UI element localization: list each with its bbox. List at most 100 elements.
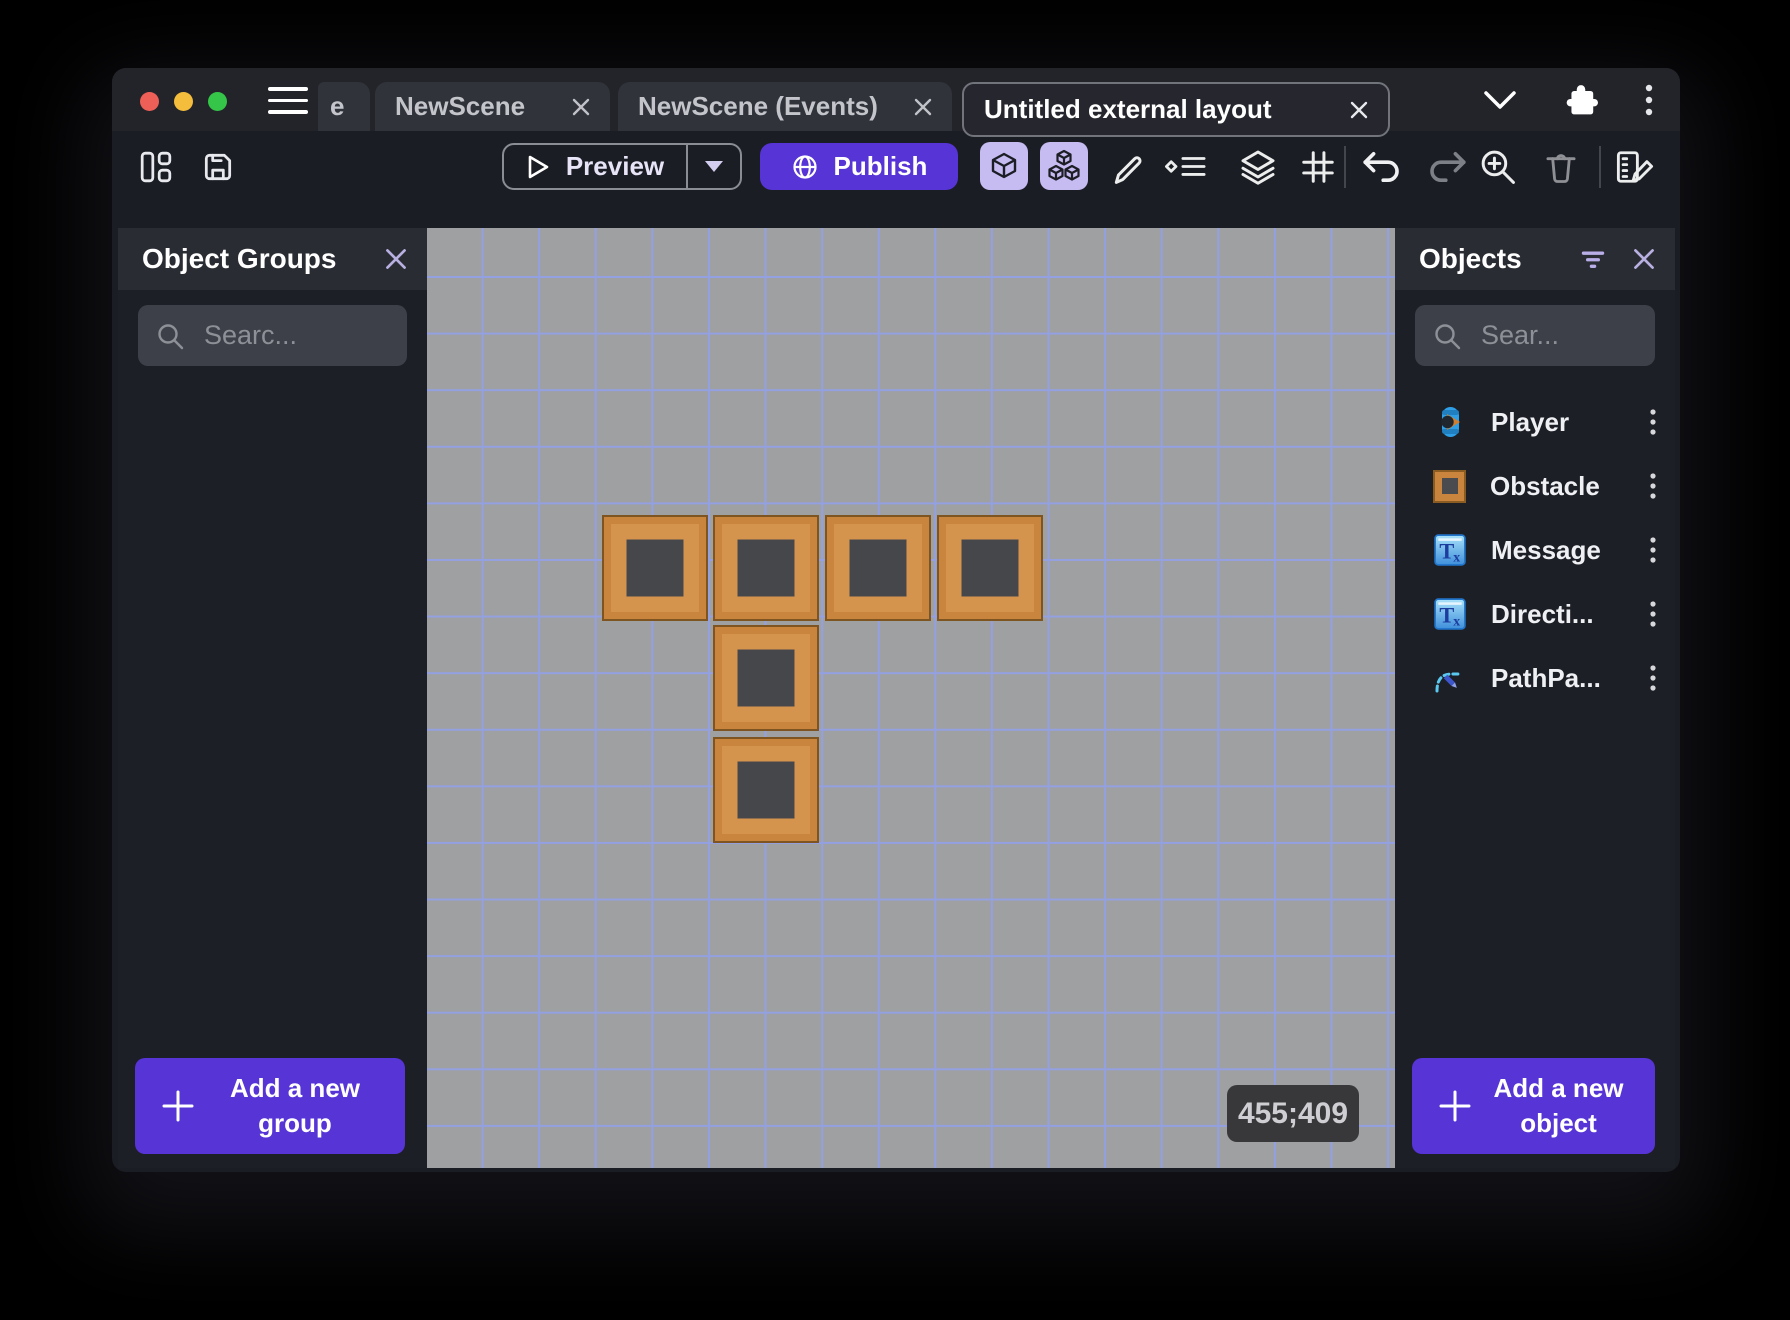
obstacle-instance[interactable] (937, 515, 1043, 621)
row-kebab-icon[interactable] (1649, 472, 1657, 500)
kebab-menu-icon[interactable] (1644, 83, 1654, 117)
cubes-icon (1048, 149, 1080, 181)
search-icon (158, 323, 184, 349)
preview-options-button[interactable] (688, 160, 740, 173)
row-kebab-icon[interactable] (1649, 600, 1657, 628)
caret-down-icon (705, 161, 723, 172)
svg-text:x: x (1453, 614, 1460, 629)
obstacle-instance[interactable] (602, 515, 708, 621)
add-group-button[interactable]: Add a new group (135, 1058, 405, 1154)
publish-button[interactable]: Publish (760, 143, 958, 190)
layers-icon[interactable] (1233, 147, 1283, 187)
play-icon (528, 155, 549, 178)
tab-untitled-external-layout[interactable]: Untitled external layout (962, 82, 1390, 137)
objects-search[interactable] (1415, 305, 1655, 366)
cube-icon (991, 152, 1017, 179)
object-groups-panel: Object Groups Add a new group (118, 228, 427, 1168)
object-name: Obstacle (1490, 470, 1600, 501)
app-window: e NewScene NewScene (Events) Untitled ex… (112, 68, 1680, 1172)
tab-newscene-events[interactable]: NewScene (Events) (618, 82, 952, 131)
instances-list-icon[interactable] (1163, 150, 1207, 184)
scene-canvas[interactable]: 455;409 (427, 228, 1395, 1168)
project-manager-icon[interactable] (139, 150, 173, 184)
add-object-line1: Add a new (1493, 1072, 1624, 1103)
pencil-icon[interactable] (1108, 148, 1146, 186)
undo-icon[interactable] (1359, 149, 1405, 185)
search-input[interactable] (202, 319, 389, 352)
object-row-pathpainter[interactable]: PathPa... (1395, 646, 1675, 710)
obstacle-instance[interactable] (825, 515, 931, 621)
preview-label: Preview (565, 151, 665, 181)
divider (1599, 146, 1601, 188)
minimize-window-button[interactable] (174, 92, 193, 111)
filter-icon[interactable] (1579, 247, 1607, 271)
extensions-puzzle-icon[interactable] (1564, 83, 1598, 117)
object-name: Directi... (1491, 598, 1594, 629)
path-icon (1435, 672, 1461, 693)
close-panel-icon[interactable] (385, 248, 407, 270)
svg-text:T: T (1439, 603, 1454, 628)
divider (1344, 146, 1346, 188)
add-object-line2: object (1520, 1108, 1597, 1138)
cursor-coordinates-badge: 455;409 (1227, 1085, 1359, 1142)
tab-label: NewScene (Events) (638, 91, 878, 121)
obstacle-instance[interactable] (713, 625, 819, 731)
chevron-down-icon[interactable] (1482, 89, 1518, 111)
object-row-message[interactable]: T x Message (1395, 518, 1675, 582)
save-icon[interactable] (201, 150, 235, 184)
globe-icon (792, 154, 817, 179)
zoom-in-icon[interactable] (1479, 148, 1517, 186)
object-groups-search[interactable] (138, 305, 407, 366)
player-icon (1441, 407, 1460, 437)
close-icon[interactable] (914, 98, 932, 116)
tab-bar: e NewScene NewScene (Events) Untitled ex… (112, 68, 1680, 137)
row-kebab-icon[interactable] (1649, 536, 1657, 564)
tab-hidden-partial[interactable]: e (318, 82, 370, 131)
text-object-icon: T x (1434, 534, 1466, 566)
plus-icon (1439, 1090, 1471, 1122)
preview-button[interactable]: Preview (502, 143, 742, 190)
object-name: PathPa... (1491, 662, 1601, 693)
objects-header: Objects (1395, 228, 1675, 290)
object-row-player[interactable]: Player (1395, 390, 1675, 454)
object-name: Player (1491, 406, 1570, 437)
close-icon[interactable] (1350, 101, 1368, 119)
tabbar-actions (1482, 68, 1680, 131)
object-name: Message (1491, 534, 1601, 565)
object-row-directions[interactable]: T x Directi... (1395, 582, 1675, 646)
objects-list: Player Obstacle T x Message T x Directi.… (1395, 390, 1675, 1168)
cube-button[interactable] (980, 142, 1028, 190)
row-kebab-icon[interactable] (1649, 408, 1657, 436)
add-group-line1: Add a new (229, 1072, 360, 1103)
svg-text:x: x (1453, 550, 1460, 565)
maximize-window-button[interactable] (208, 92, 227, 111)
edit-properties-icon[interactable] (1614, 148, 1656, 186)
tab-label: Untitled external layout (984, 94, 1272, 124)
object-groups-header: Object Groups (118, 228, 427, 290)
hamburger-menu-icon[interactable] (268, 87, 308, 114)
obstacle-icon (1433, 469, 1466, 503)
svg-text:T: T (1439, 539, 1454, 564)
close-icon[interactable] (572, 98, 590, 116)
search-icon (1435, 323, 1461, 349)
close-window-button[interactable] (140, 92, 159, 111)
cubes-button[interactable] (1040, 142, 1088, 190)
add-group-line2: group (258, 1108, 332, 1138)
redo-icon[interactable] (1424, 149, 1470, 185)
trash-icon[interactable] (1542, 148, 1580, 186)
tab-newscene[interactable]: NewScene (375, 82, 610, 131)
obstacle-instance[interactable] (713, 737, 819, 843)
row-kebab-icon[interactable] (1649, 664, 1657, 692)
toolbar: Preview Publish (112, 131, 1680, 202)
add-object-button[interactable]: Add a new object (1412, 1058, 1655, 1154)
close-panel-icon[interactable] (1633, 248, 1655, 270)
search-input[interactable] (1479, 319, 1637, 352)
publish-label: Publish (833, 151, 928, 181)
objects-panel: Objects Player (1395, 228, 1675, 1168)
grid-icon[interactable] (1299, 148, 1337, 186)
text-object-icon: T x (1434, 598, 1466, 630)
tab-label: NewScene (395, 91, 526, 121)
panel-title: Objects (1419, 243, 1522, 274)
obstacle-instance[interactable] (713, 515, 819, 621)
object-row-obstacle[interactable]: Obstacle (1395, 454, 1675, 518)
